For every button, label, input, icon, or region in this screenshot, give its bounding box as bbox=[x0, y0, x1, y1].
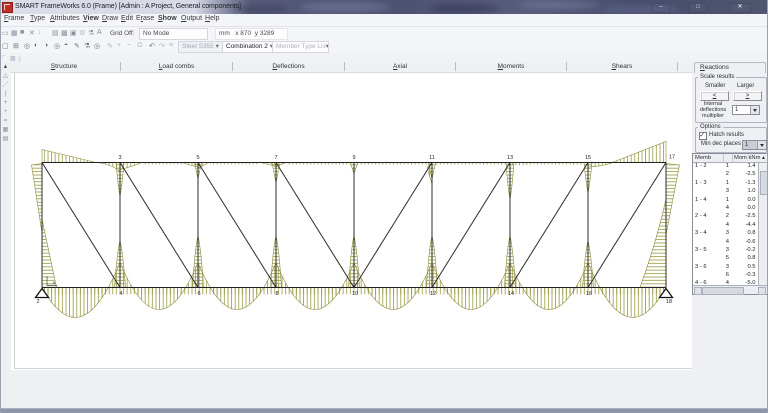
svg-text:12: 12 bbox=[430, 291, 436, 297]
svg-text:14: 14 bbox=[508, 291, 514, 297]
svg-text:17: 17 bbox=[669, 155, 675, 161]
svg-text:8: 8 bbox=[275, 291, 278, 297]
svg-text:13: 13 bbox=[507, 155, 513, 161]
svg-text:9: 9 bbox=[352, 155, 355, 161]
svg-text:11: 11 bbox=[429, 155, 435, 161]
svg-text:7: 7 bbox=[274, 155, 277, 161]
svg-text:15: 15 bbox=[585, 155, 591, 161]
svg-text:16: 16 bbox=[586, 291, 592, 297]
svg-text:18: 18 bbox=[666, 299, 672, 305]
svg-text:2: 2 bbox=[36, 299, 39, 305]
svg-text:10: 10 bbox=[352, 291, 358, 297]
svg-text:4: 4 bbox=[119, 291, 122, 297]
svg-text:5: 5 bbox=[196, 155, 199, 161]
svg-text:3: 3 bbox=[118, 155, 121, 161]
svg-text:6: 6 bbox=[197, 291, 200, 297]
